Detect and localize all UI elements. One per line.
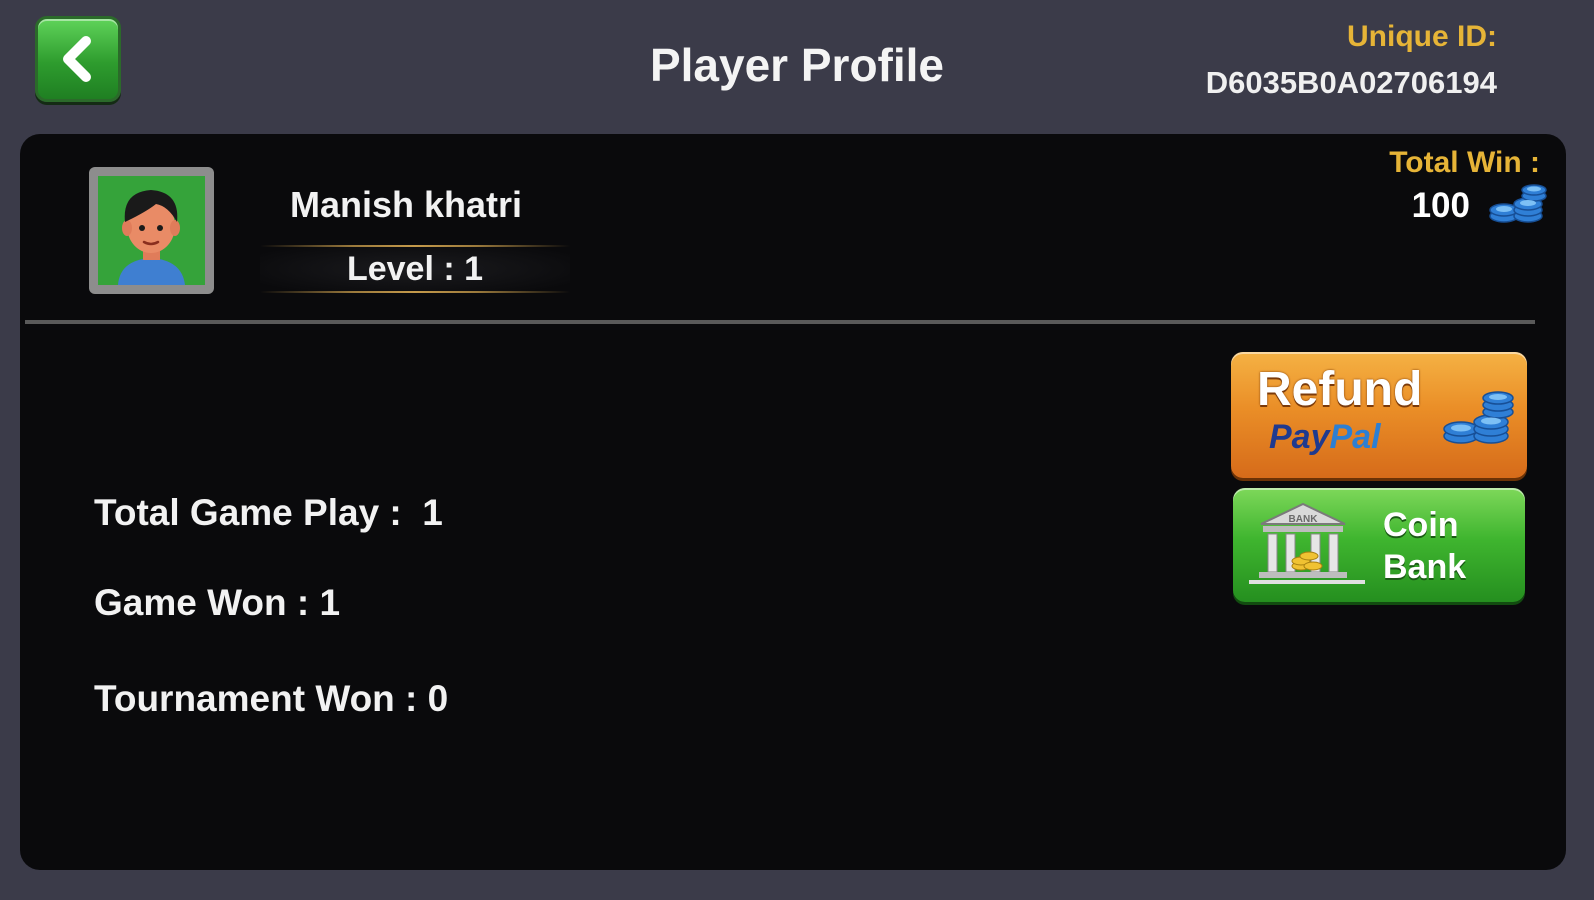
player-name: Manish khatri [290, 184, 523, 225]
player-profile-screen: Player Profile Unique ID: D6035B0A027061… [0, 0, 1594, 900]
level-text: Level : 1 [346, 250, 484, 288]
coin-bank-line1: Coin [1383, 506, 1459, 544]
avatar-face-icon [118, 190, 185, 285]
bank-icon: BANK [1249, 502, 1365, 584]
tournament-won: Tournament Won : 0 [94, 678, 449, 719]
profile-panel: Manish khatri Level : 1 Total Win : 100 … [20, 134, 1566, 870]
divider [25, 320, 1535, 324]
refund-label: Refund [1257, 363, 1423, 416]
coin-stack-icon [1443, 391, 1514, 444]
game-won: Game Won : 1 [94, 582, 341, 623]
avatar-image [98, 176, 205, 285]
avatar[interactable] [89, 167, 214, 294]
total-win-label: Total Win : [1389, 146, 1540, 179]
coin-bank-line2: Bank [1383, 548, 1467, 586]
paypal-logo-pal: Pal [1329, 418, 1381, 456]
total-game-play: Total Game Play : 1 [94, 492, 443, 533]
unique-id-value: D6035B0A02706194 [1205, 65, 1497, 100]
coin-bank-button[interactable]: BANK Coin Bank [1233, 488, 1525, 602]
coin-bank-label: Coin Bank [1383, 504, 1466, 588]
paypal-logo-pay: Pay [1269, 418, 1330, 456]
paypal-logo: PayPal [1269, 418, 1381, 457]
total-win-value: 100 [1411, 186, 1470, 225]
refund-paypal-button[interactable]: Refund PayPal [1231, 352, 1527, 478]
level-bar: Level : 1 [260, 245, 570, 293]
coin-stack-icon [1489, 184, 1547, 223]
bank-sign-text: BANK [1289, 514, 1319, 525]
unique-id-label: Unique ID: [1347, 20, 1497, 53]
